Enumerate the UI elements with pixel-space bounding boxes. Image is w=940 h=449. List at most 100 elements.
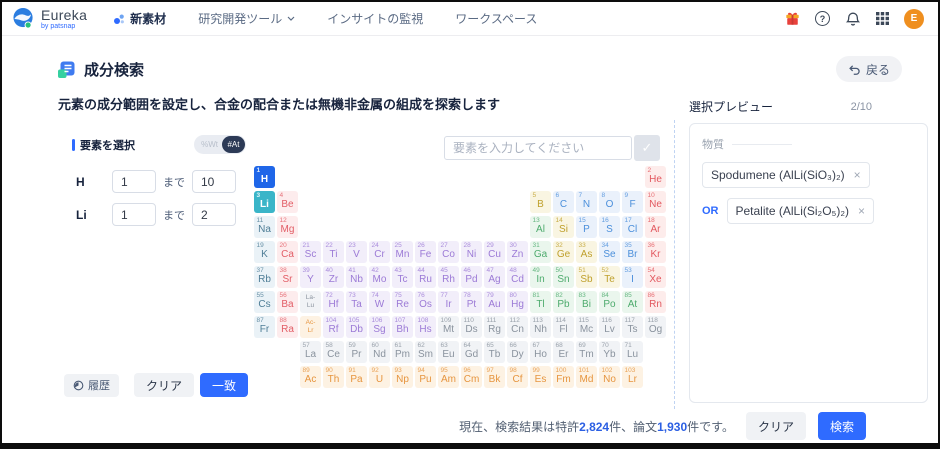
element-cell-lu[interactable]: 71 Lu: [622, 341, 643, 363]
element-cell-hg[interactable]: 80 Hg: [507, 291, 528, 313]
element-cell-mt[interactable]: 109 Mt: [438, 316, 459, 338]
element-cell-ho[interactable]: 67 Ho: [530, 341, 551, 363]
element-cell-p[interactable]: 15 P: [576, 216, 597, 238]
element-cell-bh[interactable]: 107 Bh: [392, 316, 413, 338]
element-cell-te[interactable]: 52 Te: [599, 266, 620, 288]
element-cell-lr[interactable]: 103 Lr: [622, 366, 643, 388]
element-cell-mo[interactable]: 42 Mo: [369, 266, 390, 288]
element-cell-nb[interactable]: 41 Nb: [346, 266, 367, 288]
element-cell-po[interactable]: 84 Po: [599, 291, 620, 313]
element-cell-in[interactable]: 49 In: [530, 266, 551, 288]
element-cell-cd[interactable]: 48 Cd: [507, 266, 528, 288]
element-cell-zn[interactable]: 30 Zn: [507, 241, 528, 263]
element-cell-w[interactable]: 74 W: [369, 291, 390, 313]
element-cell-ds[interactable]: 110 Ds: [461, 316, 482, 338]
element-cell-rf[interactable]: 104 Rf: [323, 316, 344, 338]
element-cell-yb[interactable]: 70 Yb: [599, 341, 620, 363]
element-cell-cu[interactable]: 29 Cu: [484, 241, 505, 263]
element-cell-ag[interactable]: 47 Ag: [484, 266, 505, 288]
apps-grid-icon[interactable]: [876, 12, 889, 25]
h-min-input[interactable]: [112, 170, 156, 193]
element-cell-tc[interactable]: 43 Tc: [392, 266, 413, 288]
eureka-logo[interactable]: Eureka by patsnap: [12, 7, 87, 30]
element-cell-tb[interactable]: 65 Tb: [484, 341, 505, 363]
element-cell-rn[interactable]: 86 Rn: [645, 291, 666, 313]
footer-clear-button[interactable]: クリア: [745, 412, 806, 440]
element-cell-se[interactable]: 34 Se: [599, 241, 620, 263]
element-cell-co[interactable]: 27 Co: [438, 241, 459, 263]
element-cell-ar[interactable]: 18 Ar: [645, 216, 666, 238]
element-cell-br[interactable]: 35 Br: [622, 241, 643, 263]
nav-item-workspace[interactable]: ワークスペース: [455, 10, 537, 27]
element-cell-na[interactable]: 11 Na: [254, 216, 275, 238]
element-cell-sb[interactable]: 51 Sb: [576, 266, 597, 288]
unit-option-at[interactable]: #At: [222, 136, 245, 153]
element-cell-zr[interactable]: 40 Zr: [323, 266, 344, 288]
element-cell-sg[interactable]: 106 Sg: [369, 316, 390, 338]
element-cell-eu[interactable]: 63 Eu: [438, 341, 459, 363]
element-cell-he[interactable]: 2 He: [645, 166, 666, 188]
element-cell-no[interactable]: 102 No: [599, 366, 620, 388]
element-cell-rh[interactable]: 45 Rh: [438, 266, 459, 288]
gift-icon[interactable]: [785, 11, 800, 26]
element-cell-pt[interactable]: 78 Pt: [461, 291, 482, 313]
element-cell-bi[interactable]: 83 Bi: [576, 291, 597, 313]
element-cell-fl[interactable]: 114 Fl: [553, 316, 574, 338]
confirm-check-button[interactable]: ✓: [634, 135, 660, 161]
element-cell-re[interactable]: 75 Re: [392, 291, 413, 313]
element-cell-pb[interactable]: 82 Pb: [553, 291, 574, 313]
element-cell-pd[interactable]: 46 Pd: [461, 266, 482, 288]
back-button[interactable]: 戻る: [835, 56, 902, 82]
element-cell-ra[interactable]: 88 Ra: [277, 316, 298, 338]
element-cell-ge[interactable]: 32 Ge: [553, 241, 574, 263]
remove-icon[interactable]: ×: [858, 204, 865, 218]
element-cell-hs[interactable]: 108 Hs: [415, 316, 436, 338]
element-cell-mn[interactable]: 25 Mn: [392, 241, 413, 263]
element-cell-ta[interactable]: 73 Ta: [346, 291, 367, 313]
element-cell-np[interactable]: 93 Np: [392, 366, 413, 388]
element-cell-og[interactable]: 118 Og: [645, 316, 666, 338]
element-cell-dy[interactable]: 66 Dy: [507, 341, 528, 363]
element-cell-y[interactable]: 39 Y: [300, 266, 321, 288]
element-cell-c[interactable]: 6C: [553, 191, 574, 213]
element-cell-mg[interactable]: 12 Mg: [277, 216, 298, 238]
element-cell-b[interactable]: 5B: [530, 191, 551, 213]
h-max-input[interactable]: [192, 170, 236, 193]
element-cell-f[interactable]: 9F: [622, 191, 643, 213]
substance-chip[interactable]: Spodumene (AlLi(SiO₃)₂) ×: [702, 162, 870, 188]
unit-option-wt[interactable]: %Wt: [201, 140, 218, 149]
history-button[interactable]: 履歴: [64, 373, 119, 397]
element-cell-o[interactable]: 8O: [599, 191, 620, 213]
element-cell-li[interactable]: 3 Li: [254, 191, 275, 213]
element-cell-cl[interactable]: 17 Cl: [622, 216, 643, 238]
element-cell-k[interactable]: 19 K: [254, 241, 275, 263]
element-cell-rg[interactable]: 111 Rg: [484, 316, 505, 338]
user-avatar[interactable]: E: [904, 8, 924, 29]
element-cell-as[interactable]: 33 As: [576, 241, 597, 263]
notification-bell-icon[interactable]: [845, 11, 861, 27]
footer-search-button[interactable]: 検索: [817, 412, 866, 440]
element-cell-ru[interactable]: 44 Ru: [415, 266, 436, 288]
element-cell-cr[interactable]: 24 Cr: [369, 241, 390, 263]
element-cell-ti[interactable]: 22 Ti: [323, 241, 344, 263]
element-cell-i[interactable]: 53 I: [622, 266, 643, 288]
li-max-input[interactable]: [192, 203, 236, 226]
element-cell-xe[interactable]: 54 Xe: [645, 266, 666, 288]
element-cell-ne[interactable]: 10 Ne: [645, 191, 666, 213]
element-cell-s[interactable]: 16 S: [599, 216, 620, 238]
element-cell-ir[interactable]: 77 Ir: [438, 291, 459, 313]
remove-icon[interactable]: ×: [854, 168, 861, 182]
element-cell-la[interactable]: 57 La: [300, 341, 321, 363]
nav-item-new-materials[interactable]: 新素材: [113, 10, 166, 27]
element-cell-cf[interactable]: 98 Cf: [507, 366, 528, 388]
element-cell-fe[interactable]: 26 Fe: [415, 241, 436, 263]
help-icon[interactable]: ?: [815, 11, 830, 26]
element-cell-ni[interactable]: 28 Ni: [461, 241, 482, 263]
element-cell-pa[interactable]: 91 Pa: [346, 366, 367, 388]
nav-item-insight-monitor[interactable]: インサイトの監視: [327, 10, 423, 27]
nav-item-rd-tools[interactable]: 研究開発ツール: [198, 10, 295, 27]
element-cell-ce[interactable]: 58 Ce: [323, 341, 344, 363]
element-cell-tl[interactable]: 81 Tl: [530, 291, 551, 313]
element-cell-cn[interactable]: 112 Cn: [507, 316, 528, 338]
element-cell-at[interactable]: 85 At: [622, 291, 643, 313]
